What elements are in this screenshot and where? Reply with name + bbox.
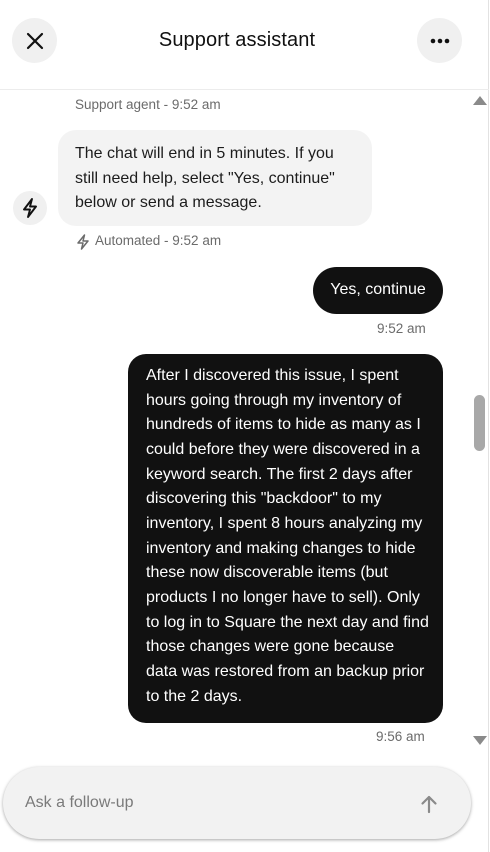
chat-header: Support assistant xyxy=(0,0,489,90)
composer xyxy=(3,767,471,839)
page-title: Support assistant xyxy=(158,29,316,51)
user-message-time: 9:56 am xyxy=(376,729,425,744)
assistant-avatar xyxy=(13,191,47,225)
chat-window: Support assistant Support agent - 9:52 a… xyxy=(0,0,489,852)
user-reply-bubble: Yes, continue xyxy=(313,267,443,314)
agent-message-bubble: The chat will end in 5 minutes. If you s… xyxy=(58,130,372,226)
agent-message-meta: Support agent - 9:52 am xyxy=(75,97,221,112)
user-reply-time: 9:52 am xyxy=(377,321,426,336)
scroll-up-arrow-icon[interactable] xyxy=(473,96,487,105)
more-options-button[interactable] xyxy=(417,18,462,63)
message-list[interactable]: Support agent - 9:52 am The chat will en… xyxy=(0,91,489,755)
arrow-up-icon xyxy=(421,795,437,814)
lightning-icon xyxy=(23,198,37,218)
automated-lightning-icon xyxy=(77,234,89,250)
scroll-down-arrow-icon[interactable] xyxy=(473,736,487,745)
follow-up-input[interactable] xyxy=(25,789,405,817)
automated-message-meta: Automated - 9:52 am xyxy=(95,233,222,248)
scrollbar[interactable] xyxy=(472,91,487,755)
scrollbar-thumb[interactable] xyxy=(474,395,485,451)
more-horizontal-icon xyxy=(430,38,449,43)
user-message-bubble: After I discovered this issue, I spent h… xyxy=(128,354,443,723)
send-button[interactable] xyxy=(411,786,447,822)
